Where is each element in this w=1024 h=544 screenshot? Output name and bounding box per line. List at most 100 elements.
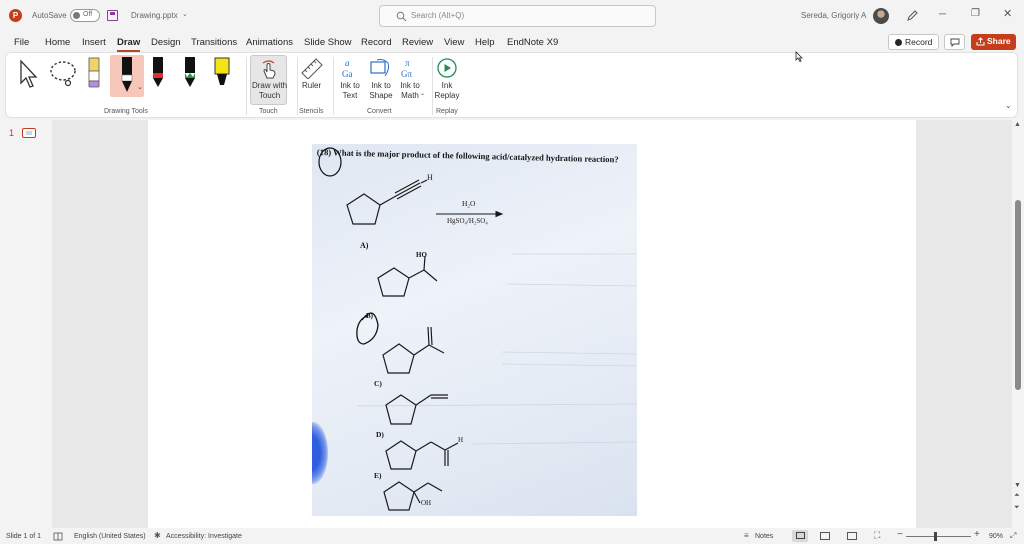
tab-animations[interactable]: Animations [246,37,293,48]
choice-e-label: E) [374,471,382,480]
ink-to-shape-label[interactable]: Ink to Shape [368,81,394,101]
accessibility-status[interactable]: Accessibility: Investigate [166,533,242,540]
autosave-state: Off [83,11,93,18]
autosave-toggle[interactable]: Off [70,9,100,22]
draw-with-touch-button[interactable]: Draw with Touch [250,55,287,105]
ink-to-text-label[interactable]: Ink to Text [338,81,362,101]
reaction-arrow [436,210,504,218]
chevron-down-icon[interactable]: ⌄ [137,83,143,91]
ink-replay-label[interactable]: Ink Replay [434,81,460,101]
tab-insert[interactable]: Insert [82,37,106,48]
group-label-drawing-tools: Drawing Tools [104,108,148,115]
ink-to-shape-icon[interactable] [369,57,391,79]
ruler-icon[interactable] [300,57,324,79]
save-icon[interactable] [107,10,118,21]
notes-button[interactable]: Notes [755,533,773,540]
share-icon [976,37,985,46]
pen-lavender-icon[interactable] [86,57,102,89]
tab-home[interactable]: Home [45,37,70,48]
collapse-ribbon-icon[interactable]: ⌄ [1005,101,1012,110]
slide-thumbnail[interactable] [22,128,36,138]
tab-design[interactable]: Design [151,37,181,48]
choice-a-label: A) [360,241,369,250]
powerpoint-logo-icon: P [9,9,22,22]
record-button[interactable]: Record [888,34,939,50]
ink-replay-icon[interactable] [436,57,458,79]
zoom-out-icon[interactable]: − [897,529,903,540]
language[interactable]: English (United States) [74,533,146,540]
ink-to-math-label[interactable]: Ink to Math [398,81,422,101]
user-name[interactable]: Sereda, Grigoriy A [801,11,866,20]
spelling-check-icon[interactable] [53,532,63,541]
choice-a-group: HO [416,251,427,259]
chevron-down-icon[interactable]: ⌄ [420,90,425,97]
pen-green-icon[interactable] [182,56,198,90]
slide-sorter-button[interactable] [820,532,830,540]
highlighter-yellow-icon[interactable] [212,56,232,90]
slide-thumbnail-pane: 1 [0,120,52,528]
structure-c [385,394,448,425]
tab-help[interactable]: Help [475,37,495,48]
group-label-touch: Touch [259,108,278,115]
slide-canvas[interactable]: (18) What is the major product of the fo… [148,120,916,528]
zoom-slider-track[interactable] [906,536,971,537]
ribbon-separator [246,57,247,115]
structure-b [382,326,445,374]
question-photo[interactable]: (18) What is the major product of the fo… [312,144,637,516]
slideshow-view-icon[interactable]: ⛶ [874,530,880,541]
tab-review[interactable]: Review [402,37,433,48]
record-dot-icon [895,39,902,46]
group-label-stencils: Stencils [299,108,324,115]
tab-draw[interactable]: Draw [117,37,140,48]
tab-record[interactable]: Record [361,37,392,48]
autosave-label: AutoSave [32,11,67,20]
structure-a [377,255,438,297]
vertical-scrollbar[interactable]: ▲ ▼ ⏶ ⏷ [1012,120,1024,528]
tab-endnote[interactable]: EndNote X9 [507,37,558,48]
status-bar: Slide 1 of 1 English (United States) ✱ A… [0,528,1024,544]
ribbon-separator [432,57,433,115]
structure-e [383,481,443,511]
ink-to-math-icon[interactable]: πGπ [399,57,421,79]
tab-view[interactable]: View [444,37,464,48]
title-bar: P AutoSave Off Drawing.pptx ⌄ Search (Al… [0,0,1024,32]
mouse-cursor-icon [795,51,803,62]
pen-black-selected[interactable]: ⌄ [110,55,144,97]
reading-view-button[interactable] [847,532,857,540]
touch-hand-icon [262,60,276,79]
structure-d [385,440,459,470]
select-pointer-icon[interactable] [18,59,40,89]
group-label-convert: Convert [367,108,392,115]
tab-transitions[interactable]: Transitions [191,37,237,48]
svg-text:π: π [405,58,410,68]
choice-e-group: OH [421,499,432,507]
fit-to-window-icon[interactable]: ⤢ [1010,531,1016,541]
pen-red-icon[interactable] [150,56,166,90]
close-icon[interactable]: ✕ [1003,7,1012,20]
next-slide-icon[interactable]: ⏷ [1014,504,1020,512]
avatar[interactable] [873,8,889,24]
chevron-down-icon[interactable]: ⌄ [182,10,188,18]
ruler-label[interactable]: Ruler [302,81,321,91]
ink-to-text-icon[interactable]: aGa [340,57,362,79]
search-box[interactable]: Search (Alt+Q) [379,5,656,27]
zoom-slider-thumb[interactable] [934,532,937,541]
zoom-in-icon[interactable]: + [974,529,980,540]
file-name[interactable]: Drawing.pptx [131,11,178,20]
restore-icon[interactable]: ❐ [971,8,980,19]
share-button[interactable]: Share [971,34,1016,50]
scroll-up-icon[interactable]: ▲ [1014,121,1021,128]
alkyne-h-label: H [427,173,433,182]
reagent-top: H₂O [462,199,476,208]
previous-slide-icon[interactable]: ⏶ [1014,492,1020,500]
tab-slide-show[interactable]: Slide Show [304,37,352,48]
pen-icon[interactable] [906,9,919,22]
minimize-icon[interactable]: ─ [939,9,946,20]
tab-file[interactable]: File [14,37,29,48]
normal-view-button[interactable] [792,530,808,542]
scroll-down-icon[interactable]: ▼ [1014,482,1021,489]
lasso-select-icon[interactable] [48,59,78,89]
zoom-level[interactable]: 90% [989,533,1003,540]
scroll-thumb[interactable] [1015,200,1021,390]
comments-button[interactable] [944,34,965,50]
